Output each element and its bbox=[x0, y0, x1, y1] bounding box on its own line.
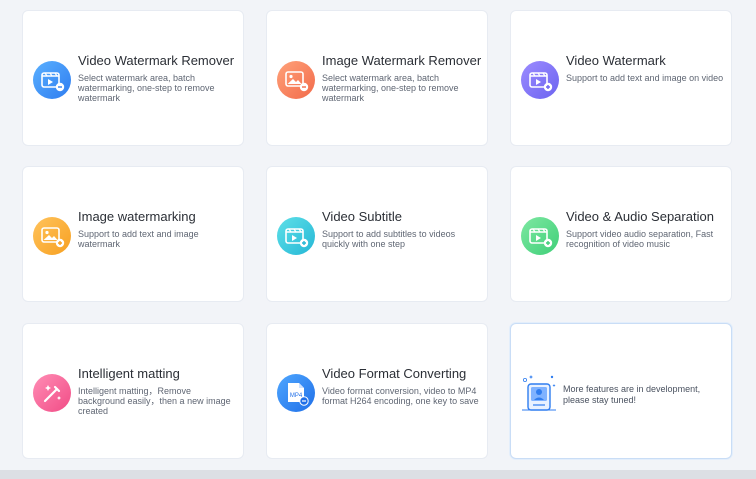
card-intelligent-matting[interactable]: Intelligent matting Intelligent matting，… bbox=[22, 323, 244, 459]
developer-illustration-icon bbox=[519, 372, 559, 414]
development-notice: More features are in development, please… bbox=[563, 384, 701, 405]
card-title: Image Watermark Remover bbox=[322, 53, 482, 68]
image-icon bbox=[277, 61, 315, 99]
video-clapper-icon bbox=[521, 61, 559, 99]
card-video-watermark-remover[interactable]: Video Watermark Remover Select watermark… bbox=[22, 10, 244, 146]
magic-wand-icon bbox=[33, 374, 71, 412]
card-description: Support to add text and image on video bbox=[566, 73, 724, 83]
video-clapper-icon bbox=[33, 61, 71, 99]
card-video-watermark[interactable]: Video Watermark Support to add text and … bbox=[510, 10, 732, 146]
card-title: Video Watermark Remover bbox=[78, 53, 235, 68]
mp4-file-icon: MP4 bbox=[277, 374, 315, 412]
card-title: Intelligent matting bbox=[78, 366, 180, 381]
card-video-subtitle[interactable]: Video Subtitle Support to add subtitles … bbox=[266, 166, 488, 302]
card-description: Support to add subtitles to videos quick… bbox=[322, 229, 456, 249]
card-image-watermarking[interactable]: Image watermarking Support to add text a… bbox=[22, 166, 244, 302]
card-video-format-converting[interactable]: MP4 Video Format Converting Video format… bbox=[266, 323, 488, 459]
card-description: Select watermark area, batch watermarkin… bbox=[322, 73, 459, 103]
card-description: Select watermark area, batch watermarkin… bbox=[78, 73, 215, 103]
card-title: Video Format Converting bbox=[322, 366, 467, 381]
card-description: Video format conversion, video to MP4 fo… bbox=[322, 386, 479, 406]
card-description: Intelligent matting，Remove background ea… bbox=[78, 386, 231, 416]
card-title: Video Watermark bbox=[566, 53, 666, 68]
card-title: Image watermarking bbox=[78, 209, 196, 224]
horizontal-scrollbar[interactable] bbox=[0, 470, 756, 479]
image-icon bbox=[33, 217, 71, 255]
video-clapper-icon bbox=[521, 217, 559, 255]
video-clapper-icon bbox=[277, 217, 315, 255]
card-video-audio-separation[interactable]: Video & Audio Separation Support video a… bbox=[510, 166, 732, 302]
card-description: Support to add text and image watermark bbox=[78, 229, 199, 249]
card-title: Video & Audio Separation bbox=[566, 209, 714, 224]
card-title: Video Subtitle bbox=[322, 209, 402, 224]
card-description: Support video audio separation, Fast rec… bbox=[566, 229, 714, 249]
card-features-in-development: More features are in development, please… bbox=[510, 323, 732, 459]
card-image-watermark-remover[interactable]: Image Watermark Remover Select watermark… bbox=[266, 10, 488, 146]
tools-grid: Video Watermark Remover Select watermark… bbox=[0, 0, 756, 479]
